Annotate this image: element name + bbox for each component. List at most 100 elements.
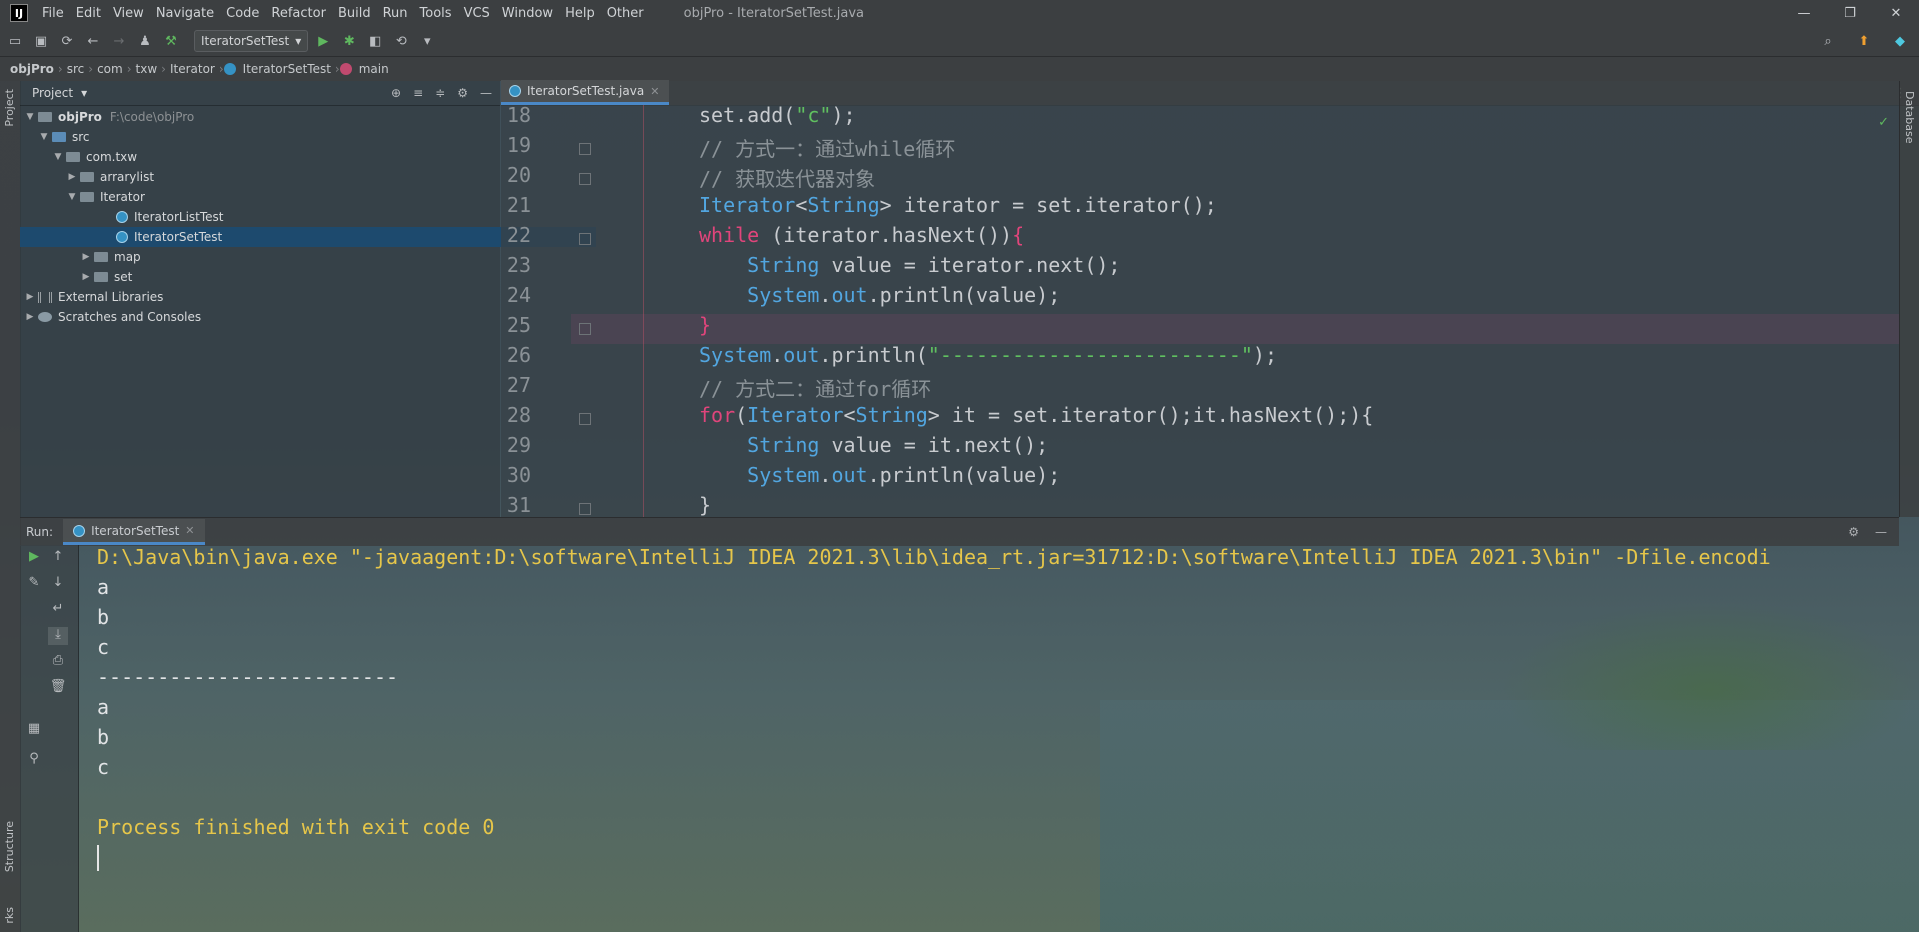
breadcrumb-method[interactable]: main (355, 62, 393, 76)
forward-icon[interactable]: → (108, 30, 130, 52)
menu-run[interactable]: Run (377, 6, 414, 21)
trash-icon[interactable]: 🗑 (48, 679, 68, 697)
more-run-icon[interactable]: ▾ (416, 30, 438, 52)
save-all-icon[interactable]: ▣ (30, 30, 52, 52)
code-editor[interactable]: 18 19 20 21 22 23 24 25 26 27 28 29 30 3… (501, 105, 1899, 517)
project-tool-button[interactable]: Project (3, 89, 16, 127)
restore-button[interactable]: ❐ (1827, 6, 1873, 21)
menu-code[interactable]: Code (220, 6, 265, 21)
locate-icon[interactable]: ⊕ (391, 86, 401, 100)
close-icon[interactable]: ✕ (650, 85, 659, 98)
tree-item-set[interactable]: ▶ set (20, 267, 560, 287)
fold-marker-icon[interactable] (579, 173, 591, 185)
tree-item-scratches[interactable]: ▶ Scratches and Consoles (20, 307, 504, 327)
update-icon[interactable]: ⬆ (1853, 30, 1875, 52)
menu-help[interactable]: Help (559, 6, 601, 21)
layout-icon[interactable]: ▦ (24, 721, 44, 739)
fold-marker-icon[interactable] (579, 413, 591, 425)
soft-wrap-icon[interactable]: ↵ (48, 601, 68, 619)
pin-icon[interactable]: ⚲ (24, 751, 44, 769)
tree-item-objpro[interactable]: ▼ objPro F:\code\objPro (20, 107, 504, 127)
sync-icon[interactable]: ⟳ (56, 30, 78, 52)
hide-icon[interactable]: — (1875, 525, 1887, 539)
line-number: 26 (506, 343, 531, 367)
breadcrumb-com[interactable]: com (93, 62, 127, 76)
close-icon[interactable]: ✕ (185, 524, 194, 537)
menu-view[interactable]: View (107, 6, 150, 21)
menu-refactor[interactable]: Refactor (265, 6, 332, 21)
breadcrumb-iterator[interactable]: Iterator (166, 62, 219, 76)
menu-navigate[interactable]: Navigate (150, 6, 220, 21)
chevron-right-icon[interactable]: ▶ (24, 292, 36, 302)
menu-other[interactable]: Other (601, 6, 650, 21)
gear-icon[interactable]: ⚙ (1848, 525, 1859, 539)
line-number: 20 (506, 163, 531, 187)
run-icon[interactable]: ▶ (312, 30, 334, 52)
expand-all-icon[interactable]: ≡ (413, 86, 423, 100)
editor-tab-iteratorsettest[interactable]: IteratorSetTest.java ✕ (501, 80, 670, 105)
chevron-down-icon[interactable]: ▼ (66, 192, 78, 202)
close-window-button[interactable]: ✕ (1873, 6, 1919, 21)
menu-build[interactable]: Build (332, 6, 377, 21)
bookmarks-tool-button[interactable]: rks (3, 907, 16, 924)
tree-item-arrarylist[interactable]: ▶ arrarylist (20, 167, 546, 187)
plugin-icon[interactable]: ◆ (1889, 30, 1911, 52)
chevron-down-icon[interactable]: ▾ (81, 86, 87, 100)
folder-icon (38, 112, 52, 122)
chevron-down-icon[interactable]: ▼ (24, 112, 36, 122)
breadcrumb-project[interactable]: objPro (0, 62, 58, 76)
chevron-down-icon[interactable]: ▼ (38, 132, 50, 142)
rerun-icon[interactable]: ▶ (24, 549, 44, 567)
collapse-all-icon[interactable]: ≑ (435, 86, 445, 100)
print-icon[interactable]: ⎙ (48, 653, 68, 671)
console-output[interactable]: D:\Java\bin\java.exe "-javaagent:D:\soft… (79, 545, 1919, 932)
menu-vcs[interactable]: VCS (458, 6, 496, 21)
hide-icon[interactable]: — (480, 86, 492, 100)
gear-icon[interactable]: ⚙ (457, 86, 468, 100)
chevron-right-icon[interactable]: ▶ (24, 312, 36, 322)
minimize-button[interactable]: — (1781, 6, 1827, 21)
run-config-select[interactable]: IteratorSetTest ▾ (194, 30, 309, 52)
inspection-ok-icon[interactable]: ✓ (1878, 115, 1889, 130)
breadcrumb-class[interactable]: IteratorSetTest (239, 62, 335, 76)
user-icon[interactable]: ♟ (134, 30, 156, 52)
arrow-up-icon[interactable]: ↑ (48, 549, 68, 567)
code-line: } (699, 493, 712, 517)
tree-item-map[interactable]: ▶ map (20, 247, 560, 267)
tree-item-src[interactable]: ▼ src (20, 127, 518, 147)
breadcrumb-src[interactable]: src (63, 62, 89, 76)
wrench-icon[interactable]: ✎ (24, 575, 44, 593)
tree-item-external-libraries[interactable]: ▶ External Libraries (20, 287, 504, 307)
chevron-right-icon[interactable]: ▶ (80, 252, 92, 262)
chevron-down-icon[interactable]: ▼ (52, 152, 64, 162)
chevron-right-icon[interactable]: ▶ (66, 172, 78, 182)
scroll-to-end-icon[interactable]: ⤓ (48, 627, 68, 645)
fold-marker-icon[interactable] (579, 503, 591, 515)
coverage-icon[interactable]: ◧ (364, 30, 386, 52)
open-folder-icon[interactable]: ▭ (4, 30, 26, 52)
build-hammer-icon[interactable]: ⚒ (160, 30, 182, 52)
menu-edit[interactable]: Edit (70, 6, 107, 21)
database-tool-button[interactable]: Database (1903, 91, 1916, 144)
structure-tool-button[interactable]: Structure (3, 821, 16, 872)
menu-tools[interactable]: Tools (414, 6, 458, 21)
profile-icon[interactable]: ⟲ (390, 30, 412, 52)
fold-marker-icon[interactable] (579, 323, 591, 335)
tree-item-label: set (114, 270, 133, 284)
fold-marker-icon[interactable] (579, 233, 591, 245)
fold-marker-icon[interactable] (579, 143, 591, 155)
run-config-label: IteratorSetTest (201, 34, 290, 48)
project-panel-title[interactable]: Project (32, 86, 73, 100)
run-tab-iteratorsettest[interactable]: IteratorSetTest ✕ (63, 519, 205, 545)
tree-item-label: src (72, 130, 90, 144)
breadcrumb-txw[interactable]: txw (132, 62, 162, 76)
menu-file[interactable]: File (36, 6, 70, 21)
tree-item-com-txw[interactable]: ▼ com.txw (20, 147, 532, 167)
menu-window[interactable]: Window (496, 6, 559, 21)
tree-item-iterator[interactable]: ▼ Iterator (20, 187, 546, 207)
debug-icon[interactable]: ✱ (338, 30, 360, 52)
chevron-right-icon[interactable]: ▶ (80, 272, 92, 282)
search-icon[interactable]: ⌕ (1817, 30, 1839, 52)
arrow-down-icon[interactable]: ↓ (48, 575, 68, 593)
back-icon[interactable]: ← (82, 30, 104, 52)
